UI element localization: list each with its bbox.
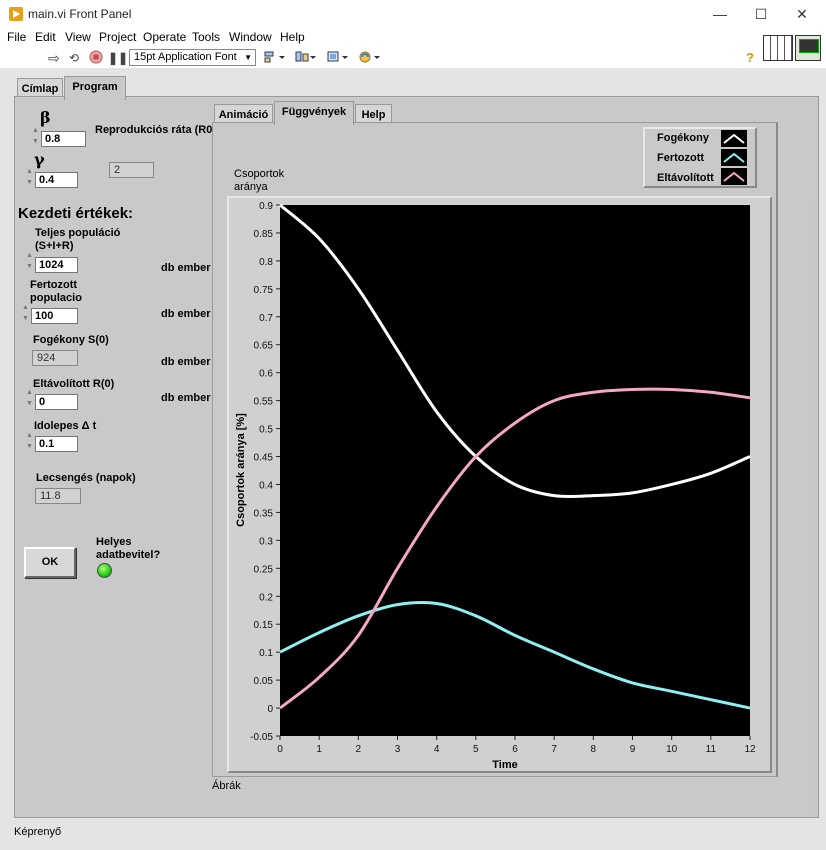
x-tick-label: 11 (706, 744, 717, 755)
x-tick-label: 10 (666, 744, 678, 755)
y-tick-label: -0.05 (250, 732, 273, 743)
y-tick-label: 0.15 (254, 620, 274, 631)
y-tick-label: 0.05 (254, 676, 274, 687)
x-tick-label: 0 (277, 744, 283, 755)
x-tick-label: 8 (591, 744, 597, 755)
waveform-chart[interactable]: -0.05 0 0.05 0.1 0.15 0.2 0.25 0.3 0.35 0.4 0.45 0.… (0, 0, 826, 850)
footer-label: Képrenyő (14, 826, 62, 838)
y-tick-label: 0.65 (254, 341, 274, 352)
x-tick-label: 1 (316, 744, 322, 755)
y-tick-label: 0.3 (259, 536, 273, 547)
tab-fuggvenyek[interactable]: Függvények (274, 101, 354, 125)
y-tick-label: 0.8 (259, 257, 273, 268)
y-tick-label: 0 (267, 704, 273, 715)
y-tick-label: 0.55 (254, 397, 274, 408)
x-tick-label: 4 (434, 744, 440, 755)
y-tick-label: 0.9 (259, 201, 273, 212)
x-axis-label: Time (492, 759, 517, 771)
x-tick-label: 3 (395, 744, 401, 755)
x-tick-label: 7 (551, 744, 557, 755)
plot-area (280, 205, 750, 736)
x-tick-label: 9 (630, 744, 636, 755)
x-tick-label: 6 (512, 744, 518, 755)
y-tick-label: 0.5 (259, 425, 273, 436)
y-tick-label: 0.25 (254, 564, 274, 575)
y-tick-label: 0.4 (259, 480, 273, 491)
y-tick-label: 0.85 (254, 229, 274, 240)
y-tick-label: 0.7 (259, 313, 273, 324)
y-tick-label: 0.2 (259, 592, 273, 603)
x-tick-label: 2 (356, 744, 362, 755)
tab-program[interactable]: Program (64, 76, 126, 100)
y-axis-label: Csoportok aránya [%] (235, 413, 247, 527)
y-tick-label: 0.45 (254, 453, 274, 464)
y-tick-label: 0.6 (259, 369, 273, 380)
y-tick-label: 0.1 (259, 648, 273, 659)
y-tick-label: 0.35 (254, 508, 274, 519)
x-tick-label: 12 (744, 744, 756, 755)
x-tick-label: 5 (473, 744, 479, 755)
vertical-scrollbar[interactable] (810, 205, 814, 815)
y-tick-label: 0.75 (254, 285, 274, 296)
